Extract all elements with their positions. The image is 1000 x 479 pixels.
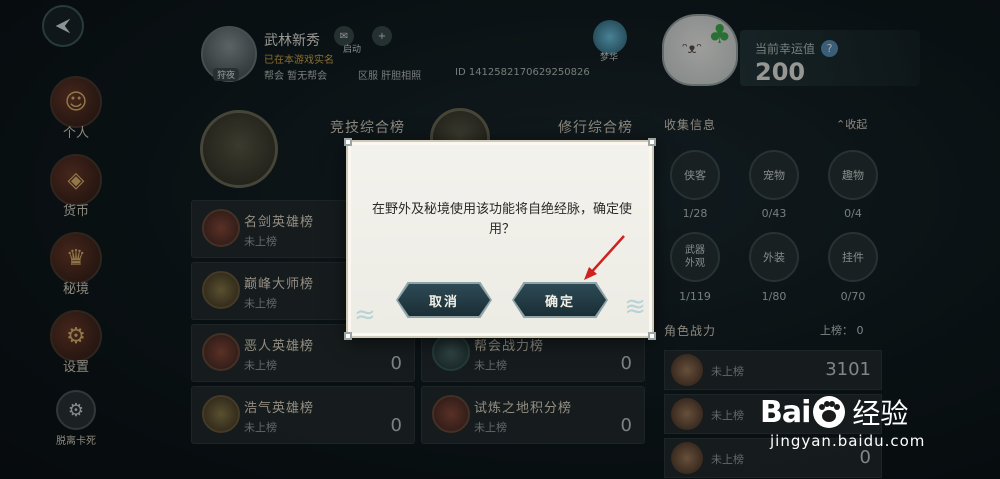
corner-ornament bbox=[344, 332, 352, 340]
corner-ornament bbox=[648, 138, 656, 146]
confirm-button[interactable]: 确定 bbox=[514, 284, 606, 316]
corner-ornament bbox=[344, 138, 352, 146]
cancel-button[interactable]: 取消 bbox=[398, 284, 490, 316]
baidu-watermark: Bai 经验 bbox=[760, 392, 908, 432]
red-pointer-arrow-icon bbox=[584, 235, 625, 280]
corner-ornament bbox=[648, 332, 656, 340]
watermark-jingyan: 经验 bbox=[852, 397, 909, 430]
cloud-swirl-icon: ≋ bbox=[624, 292, 646, 322]
watermark-brand: Bai bbox=[760, 394, 811, 430]
paw-icon bbox=[813, 396, 846, 428]
cloud-swirl-icon: ≈ bbox=[354, 300, 376, 330]
watermark-url: jingyan.baidu.com bbox=[770, 432, 926, 450]
